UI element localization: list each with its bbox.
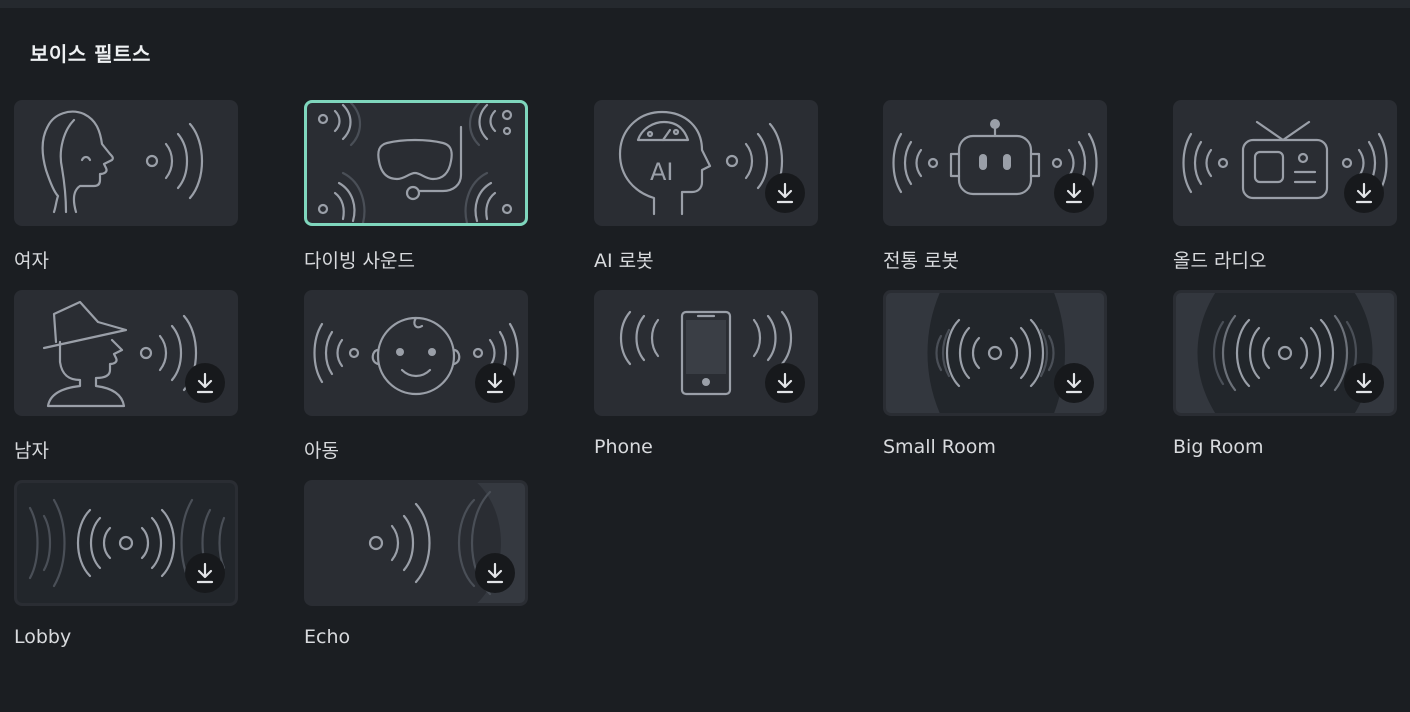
filter-tile-phone[interactable]: Phone <box>594 290 818 458</box>
diving-mask-icon <box>317 103 513 223</box>
filter-tile-old-radio[interactable]: 올드 라디오 <box>1173 100 1397 273</box>
filter-label: 아동 <box>304 440 339 462</box>
woman-voice-icon <box>41 110 204 214</box>
download-button[interactable] <box>765 363 805 403</box>
download-icon <box>486 372 504 394</box>
download-button[interactable] <box>475 363 515 403</box>
download-button[interactable] <box>475 553 515 593</box>
svg-text:AI: AI <box>650 158 674 186</box>
download-icon <box>776 182 794 204</box>
download-icon <box>486 562 504 584</box>
filter-thumbnail[interactable] <box>883 100 1107 226</box>
filter-thumbnail[interactable] <box>304 480 528 606</box>
filter-thumbnail[interactable] <box>14 480 238 606</box>
download-button[interactable] <box>1344 363 1384 403</box>
filter-thumbnail[interactable] <box>1173 100 1397 226</box>
filter-label: Echo <box>304 626 351 648</box>
filter-tile-echo[interactable]: Echo <box>304 480 528 648</box>
filter-label: Big Room <box>1173 436 1264 458</box>
filter-tile-child[interactable]: 아동 <box>304 290 528 463</box>
filter-tile-small-room[interactable]: Small Room <box>883 290 1107 458</box>
filter-label: AI 로봇 <box>594 250 654 272</box>
filter-label: Lobby <box>14 626 72 648</box>
download-icon <box>196 372 214 394</box>
top-bar <box>0 0 1410 8</box>
download-icon <box>196 562 214 584</box>
filter-tile-big-room[interactable]: Big Room <box>1173 290 1397 458</box>
download-button[interactable] <box>1054 173 1094 213</box>
download-button[interactable] <box>185 363 225 403</box>
filter-thumbnail[interactable] <box>883 290 1107 416</box>
filter-label: 전통 로봇 <box>883 250 959 272</box>
filter-label: 올드 라디오 <box>1173 250 1267 272</box>
download-button[interactable] <box>1054 363 1094 403</box>
download-button[interactable] <box>1344 173 1384 213</box>
filter-thumbnail-selected[interactable] <box>304 100 528 226</box>
download-button[interactable] <box>185 553 225 593</box>
download-icon <box>1065 182 1083 204</box>
download-icon <box>776 372 794 394</box>
filter-label: 다이빙 사운드 <box>304 250 415 272</box>
filter-label: Small Room <box>883 436 996 458</box>
filter-tile-diving[interactable]: 다이빙 사운드 <box>304 100 528 273</box>
filter-thumbnail[interactable] <box>594 290 818 416</box>
filter-tile-man[interactable]: 남자 <box>14 290 238 463</box>
filter-thumbnail[interactable]: AI <box>594 100 818 226</box>
section-title: 보이스 필트스 <box>30 42 151 66</box>
filter-tile-lobby[interactable]: Lobby <box>14 480 238 648</box>
download-icon <box>1065 372 1083 394</box>
filter-thumbnail[interactable] <box>1173 290 1397 416</box>
download-button[interactable] <box>765 173 805 213</box>
filter-thumbnail[interactable] <box>304 290 528 416</box>
filter-tile-ai-robot[interactable]: AI AI 로봇 <box>594 100 818 273</box>
filter-tile-classic-robot[interactable]: 전통 로봇 <box>883 100 1107 273</box>
filter-thumbnail[interactable] <box>14 290 238 416</box>
filter-label: Phone <box>594 436 653 458</box>
filter-label: 여자 <box>14 250 49 272</box>
download-icon <box>1355 372 1373 394</box>
filter-tile-woman[interactable]: 여자 <box>14 100 238 273</box>
filter-label: 남자 <box>14 440 49 462</box>
download-icon <box>1355 182 1373 204</box>
filter-thumbnail[interactable] <box>14 100 238 226</box>
